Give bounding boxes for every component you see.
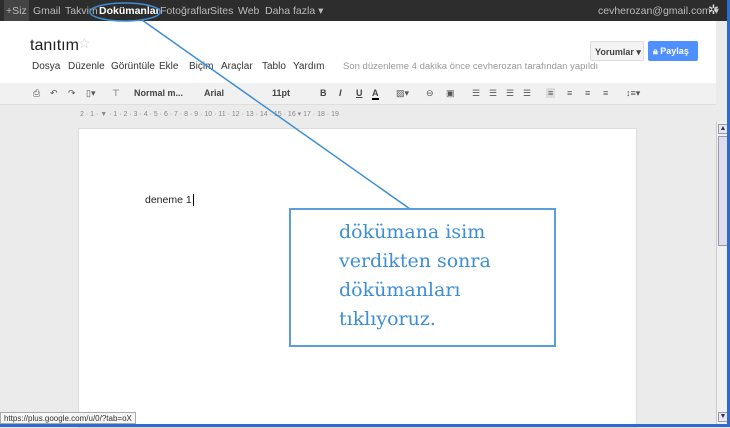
callout-line: dökümanları [339, 279, 461, 301]
callout-line: tıklıyoruz. [339, 308, 436, 330]
callout-line: verdikten sonra [339, 250, 491, 272]
annotation-callout: dökümana isim verdikten sonra dökümanlar… [289, 208, 556, 347]
callout-line: dökümana isim [339, 221, 486, 243]
callout-pointer [141, 19, 411, 210]
highlight-ellipse [89, 2, 161, 22]
